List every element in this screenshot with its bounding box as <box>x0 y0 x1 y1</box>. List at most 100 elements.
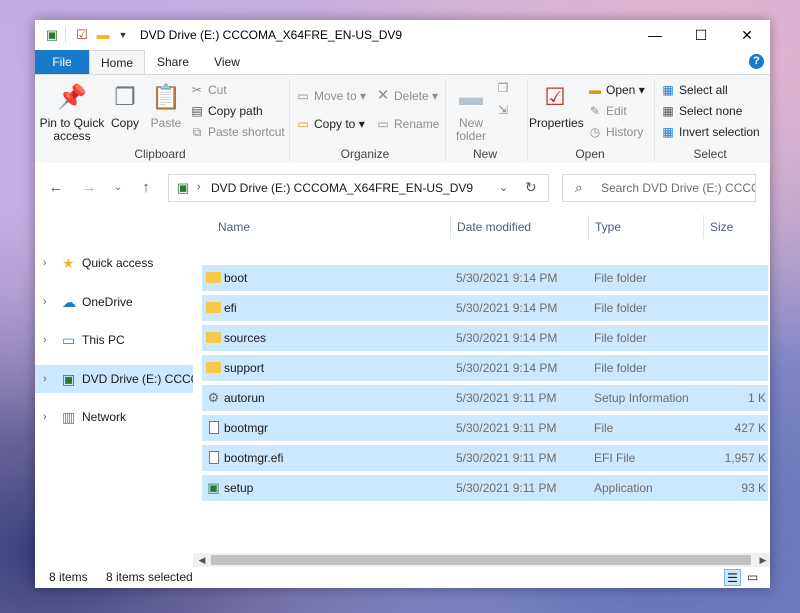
monitor-icon: ▭ <box>62 332 76 348</box>
large-icons-view-icon[interactable]: ▭ <box>744 569 761 586</box>
file-row[interactable]: sources 5/30/2021 9:14 PM File folder <box>202 325 768 351</box>
up-arrow-icon[interactable]: ↑ <box>135 177 157 199</box>
tab-file[interactable]: File <box>35 50 89 74</box>
breadcrumb-chevron-icon[interactable]: › <box>197 181 201 193</box>
new-folder-quick-icon[interactable]: ▬ <box>94 26 112 44</box>
easy-access-button[interactable]: ⇲ <box>495 101 514 119</box>
expand-chevron-icon[interactable]: › <box>43 249 47 277</box>
history-button[interactable]: ◷ History <box>587 123 644 141</box>
copy-button[interactable]: ❐ Copy <box>107 83 143 130</box>
file-row[interactable]: ⚙ autorun 5/30/2021 9:11 PM Setup Inform… <box>202 385 768 411</box>
clipboard-icon: 📋 <box>151 84 181 111</box>
expand-chevron-icon[interactable]: › <box>43 288 47 316</box>
group-label-new: New <box>472 147 497 161</box>
file-row[interactable]: bootmgr 5/30/2021 9:11 PM File 427 K <box>202 415 768 441</box>
scrollbar-thumb[interactable] <box>211 555 751 565</box>
search-input[interactable]: Search DVD Drive (E:) CCCO... <box>601 181 755 195</box>
expand-chevron-icon[interactable]: › <box>43 403 47 431</box>
expand-chevron-icon[interactable]: › <box>43 365 47 393</box>
column-divider[interactable] <box>703 215 704 239</box>
scroll-left-arrow-icon[interactable]: ◀ <box>195 553 209 567</box>
properties-icon: ☑ <box>544 84 566 111</box>
file-row[interactable]: support 5/30/2021 9:14 PM File folder <box>202 355 768 381</box>
move-to-button[interactable]: ▭ Move to ▾ <box>295 87 366 105</box>
setup-app-icon: ▣ <box>207 480 220 495</box>
help-icon[interactable]: ? <box>749 54 764 69</box>
column-header-date[interactable]: Date modified <box>457 213 531 241</box>
horizontal-scrollbar[interactable]: ◀ ▶ <box>193 553 770 567</box>
properties-button[interactable]: ☑ Properties <box>529 83 584 130</box>
nav-item-network[interactable]: › ▥ Network <box>35 403 193 431</box>
column-header-size[interactable]: Size <box>710 213 733 241</box>
easy-access-icon: ⇲ <box>497 103 509 117</box>
invert-selection-icon: ▦ <box>662 125 674 139</box>
copy-to-button[interactable]: ▭ Copy to ▾ <box>295 115 364 133</box>
column-divider[interactable] <box>450 215 451 239</box>
star-icon: ★ <box>62 255 75 271</box>
close-button[interactable]: ✕ <box>724 20 770 50</box>
sort-ascending-icon: ⌃ <box>325 213 333 216</box>
explorer-window: ▣ ☑ ▬ ▼ DVD Drive (E:) CCCOMA_X64FRE_EN-… <box>35 20 770 588</box>
address-bar[interactable]: ▣ › DVD Drive (E:) CCCOMA_X64FRE_EN-US_D… <box>168 174 549 202</box>
new-item-icon: ❐ <box>497 81 509 95</box>
rename-button[interactable]: ▭ Rename <box>375 115 439 133</box>
copy-to-icon: ▭ <box>297 117 309 131</box>
copy-path-button[interactable]: ▤ Copy path <box>189 102 262 120</box>
select-all-button[interactable]: ▦ Select all <box>660 81 727 99</box>
scroll-right-arrow-icon[interactable]: ▶ <box>756 553 770 567</box>
invert-selection-button[interactable]: ▦ Invert selection <box>660 123 759 141</box>
edit-button[interactable]: ✎ Edit <box>587 102 627 120</box>
new-folder-button[interactable]: ▬ New folder <box>449 83 493 143</box>
search-icon: ⌕ <box>575 180 583 195</box>
history-icon: ◷ <box>589 125 601 139</box>
search-box[interactable]: ⌕ Search DVD Drive (E:) CCCO... <box>562 174 756 202</box>
tab-view[interactable]: View <box>205 50 249 74</box>
nav-item-onedrive[interactable]: › ☁ OneDrive <box>35 288 193 316</box>
scissors-icon: ✂ <box>191 83 203 97</box>
folder-icon <box>206 300 221 315</box>
refresh-icon[interactable]: ↻ <box>525 179 537 196</box>
delete-button[interactable]: ✕ Delete ▾ <box>375 87 438 105</box>
nav-item-this-pc[interactable]: › ▭ This PC <box>35 326 193 354</box>
file-row[interactable]: boot 5/30/2021 9:14 PM File folder <box>202 265 768 291</box>
ribbon-separator <box>445 79 446 161</box>
cloud-icon: ☁ <box>62 294 76 310</box>
file-row[interactable]: ▣ setup 5/30/2021 9:11 PM Application 93… <box>202 475 768 501</box>
column-divider[interactable] <box>588 215 589 239</box>
folder-icon <box>206 270 221 285</box>
open-button[interactable]: ▬ Open ▾ <box>587 81 645 99</box>
network-icon: ▥ <box>62 409 76 425</box>
tab-home[interactable]: Home <box>89 50 145 74</box>
file-row[interactable]: bootmgr.efi 5/30/2021 9:11 PM EFI File 1… <box>202 445 768 471</box>
file-row[interactable]: efi 5/30/2021 9:14 PM File folder <box>202 295 768 321</box>
status-bar: 8 items 8 items selected ☰ ▭ <box>35 567 770 588</box>
group-label-clipboard: Clipboard <box>134 147 186 161</box>
forward-arrow-icon[interactable]: → <box>78 177 100 199</box>
delete-x-icon: ✕ <box>376 87 390 104</box>
customize-toolbar-chevron-icon[interactable]: ▼ <box>114 26 132 44</box>
expand-chevron-icon[interactable]: › <box>43 326 47 354</box>
file-list: ⌃ Name Date modified Type Size boot 5/30… <box>200 213 770 553</box>
recent-locations-chevron-icon[interactable]: ⌄ <box>107 177 129 199</box>
back-arrow-icon[interactable]: ← <box>45 177 67 199</box>
select-none-button[interactable]: ▦ Select none <box>660 102 742 120</box>
setup-info-icon: ⚙ <box>207 390 220 405</box>
address-dropdown-chevron-icon[interactable]: ⌄ <box>499 181 508 194</box>
paste-shortcut-button[interactable]: ⧉ Paste shortcut <box>189 123 285 141</box>
details-view-icon[interactable]: ☰ <box>724 569 741 586</box>
properties-quick-icon[interactable]: ☑ <box>73 26 91 44</box>
paste-button[interactable]: 📋 Paste <box>147 83 185 130</box>
group-label-select: Select <box>693 147 727 161</box>
column-header-name[interactable]: Name <box>218 213 250 241</box>
new-item-button[interactable]: ❐ <box>495 79 514 97</box>
column-header-type[interactable]: Type <box>595 213 621 241</box>
tab-share[interactable]: Share <box>151 50 195 74</box>
pin-to-quick-access-button[interactable]: 📌 Pin to Quick access <box>39 83 105 143</box>
nav-item-dvd-drive[interactable]: › ▣ DVD Drive (E:) CCCO <box>35 365 193 393</box>
nav-item-quick-access[interactable]: › ★ Quick access <box>35 249 193 277</box>
minimize-button[interactable]: — <box>632 20 678 50</box>
copy-path-icon: ▤ <box>191 104 203 118</box>
maximize-button[interactable]: ☐ <box>678 20 724 50</box>
cut-button[interactable]: ✂ Cut <box>189 81 227 99</box>
file-icon <box>206 420 221 435</box>
